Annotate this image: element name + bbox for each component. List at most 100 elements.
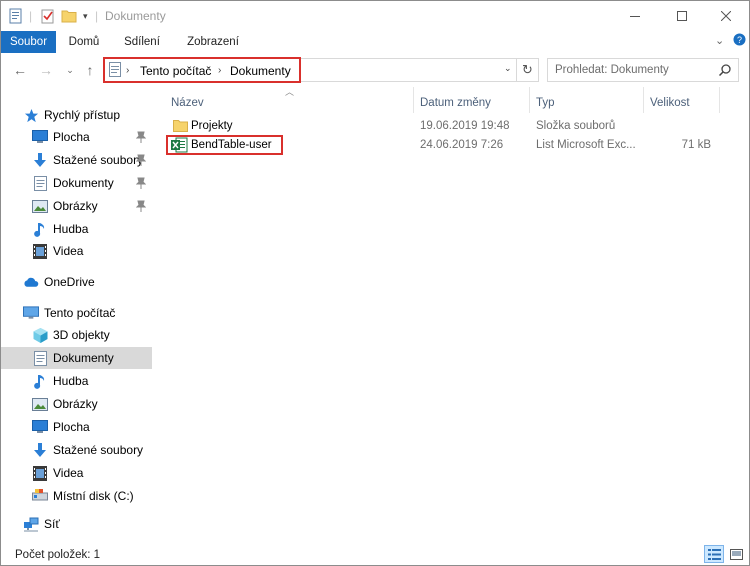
nav-onedrive[interactable]: OneDrive (1, 271, 152, 293)
nav-dokumenty-quick[interactable]: Dokumenty (1, 172, 152, 194)
nav-hudba-quick-label: Hudba (53, 222, 89, 236)
item-count: Počet položek: 1 (15, 549, 101, 561)
status-bar: Počet položek: 1 (1, 543, 749, 565)
back-arrow-icon[interactable]: ← (11, 61, 29, 79)
nav-hudba-quick[interactable]: Hudba (1, 218, 152, 240)
column-header-name[interactable]: Název (165, 93, 411, 113)
nav-local-disk[interactable]: Místní disk (C:) (1, 485, 152, 507)
cube-3d-icon (32, 327, 48, 343)
desktop-icon (32, 419, 48, 435)
file-date: 19.06.2019 19:48 (420, 120, 510, 132)
file-size: 71 kB (681, 139, 711, 151)
nav-3d-label: 3D objekty (53, 328, 110, 342)
nav-quick-access-label: Rychlý přístup (44, 108, 121, 122)
nav-plocha-pc-label: Plocha (53, 420, 90, 434)
ribbon: Soubor Domů Sdílení Zobrazení ⌄ ? (1, 31, 749, 53)
search-box[interactable]: Prohledat: Dokumenty (547, 58, 739, 82)
refresh-button[interactable]: ↻ (517, 58, 539, 82)
up-arrow-icon[interactable]: ↑ (81, 61, 99, 79)
navigation-bar: ← → ⌄ ↑ › Tento počítač › Dokumenty ⌄ ↻ … (1, 53, 749, 89)
folder-icon (173, 119, 188, 135)
pin-icon (136, 154, 146, 166)
tab-soubor[interactable]: Soubor (1, 31, 56, 53)
properties-icon[interactable] (9, 7, 23, 25)
nav-plocha-pc[interactable]: Plocha (1, 416, 152, 438)
nav-plocha[interactable]: Plocha (1, 126, 152, 148)
nav-stazene-pc-label: Stažené soubory (53, 443, 144, 457)
nav-plocha-label: Plocha (53, 130, 90, 144)
music-icon (32, 221, 48, 237)
video-icon (32, 465, 48, 481)
forward-arrow-icon[interactable]: → (37, 61, 55, 79)
star-icon (23, 107, 39, 123)
hard-drive-icon (32, 488, 48, 504)
pin-icon (136, 200, 146, 212)
documents-icon (32, 175, 48, 191)
minimize-button[interactable] (612, 1, 658, 31)
desktop-icon (32, 129, 48, 145)
nav-quick-access[interactable]: Rychlý přístup (23, 104, 152, 126)
customize-qa-icon[interactable]: ▾ (83, 7, 88, 25)
explorer-window: | ▾ | Dokumenty Soubor Domů Sdílení Zobr… (0, 0, 750, 566)
new-folder-icon[interactable] (61, 7, 77, 25)
maximize-button[interactable] (659, 1, 705, 31)
nav-videa-pc-label: Videa (53, 466, 84, 480)
nav-network[interactable]: Síť (1, 513, 152, 535)
file-type: List Microsoft Exc... (536, 139, 636, 151)
close-button[interactable] (703, 1, 749, 31)
tab-sdileni[interactable]: Sdílení (117, 31, 167, 53)
column-header-date[interactable]: Datum změny (414, 93, 528, 113)
music-icon (32, 373, 48, 389)
download-icon (32, 152, 48, 168)
documents-icon (32, 350, 48, 366)
nav-obrazky-quick[interactable]: Obrázky (1, 195, 152, 217)
nav-stazene[interactable]: Stažené soubory (1, 149, 152, 171)
search-icon[interactable] (718, 63, 732, 77)
nav-hudba-pc-label: Hudba (53, 374, 89, 388)
svg-text:?: ? (737, 35, 742, 45)
file-name: Projekty (191, 120, 233, 132)
table-row[interactable]: Projekty 19.06.2019 19:48 Složka souborů (165, 118, 725, 136)
nav-stazene-pc[interactable]: Stažené soubory (1, 439, 152, 461)
help-icon[interactable]: ? (733, 33, 746, 49)
nav-dokumenty-pc[interactable]: Dokumenty (1, 347, 152, 369)
nav-stazene-label: Stažené soubory (53, 153, 144, 167)
search-input[interactable]: Prohledat: Dokumenty (555, 64, 669, 76)
nav-3d[interactable]: 3D objekty (1, 324, 152, 346)
pictures-icon (32, 198, 48, 214)
address-dropdown-icon[interactable]: ⌄ (504, 63, 512, 74)
file-highlight-box (166, 135, 283, 155)
nav-network-label: Síť (44, 517, 60, 531)
nav-this-pc[interactable]: Tento počítač (1, 302, 152, 324)
nav-videa-quick[interactable]: Videa (1, 240, 152, 262)
tab-zobrazeni[interactable]: Zobrazení (181, 31, 245, 53)
column-separator[interactable] (719, 87, 720, 113)
computer-icon (23, 305, 39, 321)
column-header-size[interactable]: Velikost (644, 93, 718, 113)
file-date: 24.06.2019 7:26 (420, 139, 504, 151)
qa-separator: | (29, 9, 33, 23)
address-highlight-box (103, 57, 301, 83)
column-header-type[interactable]: Typ (530, 93, 642, 113)
nav-videa-quick-label: Videa (53, 244, 84, 258)
recent-locations-icon[interactable]: ⌄ (61, 61, 79, 79)
pin-icon (136, 177, 146, 189)
title-bar: | ▾ | Dokumenty (1, 1, 749, 31)
nav-obrazky-quick-label: Obrázky (53, 199, 98, 213)
tab-domu[interactable]: Domů (61, 31, 107, 53)
nav-hudba-pc[interactable]: Hudba (1, 370, 152, 392)
check-icon[interactable] (41, 7, 55, 25)
cloud-icon (23, 274, 39, 290)
details-view-button[interactable] (704, 545, 724, 563)
expand-ribbon-icon[interactable]: ⌄ (715, 34, 724, 47)
nav-local-disk-label: Místní disk (C:) (53, 489, 134, 503)
nav-this-pc-label: Tento počítač (44, 306, 116, 320)
qa-separator-2: | (95, 9, 99, 23)
nav-onedrive-label: OneDrive (44, 275, 95, 289)
nav-obrazky-pc[interactable]: Obrázky (1, 393, 152, 415)
nav-obrazky-pc-label: Obrázky (53, 397, 98, 411)
nav-videa-pc[interactable]: Videa (1, 462, 152, 484)
large-icons-view-icon (729, 548, 743, 560)
large-icons-view-button[interactable] (726, 545, 746, 563)
pin-icon (136, 131, 146, 143)
